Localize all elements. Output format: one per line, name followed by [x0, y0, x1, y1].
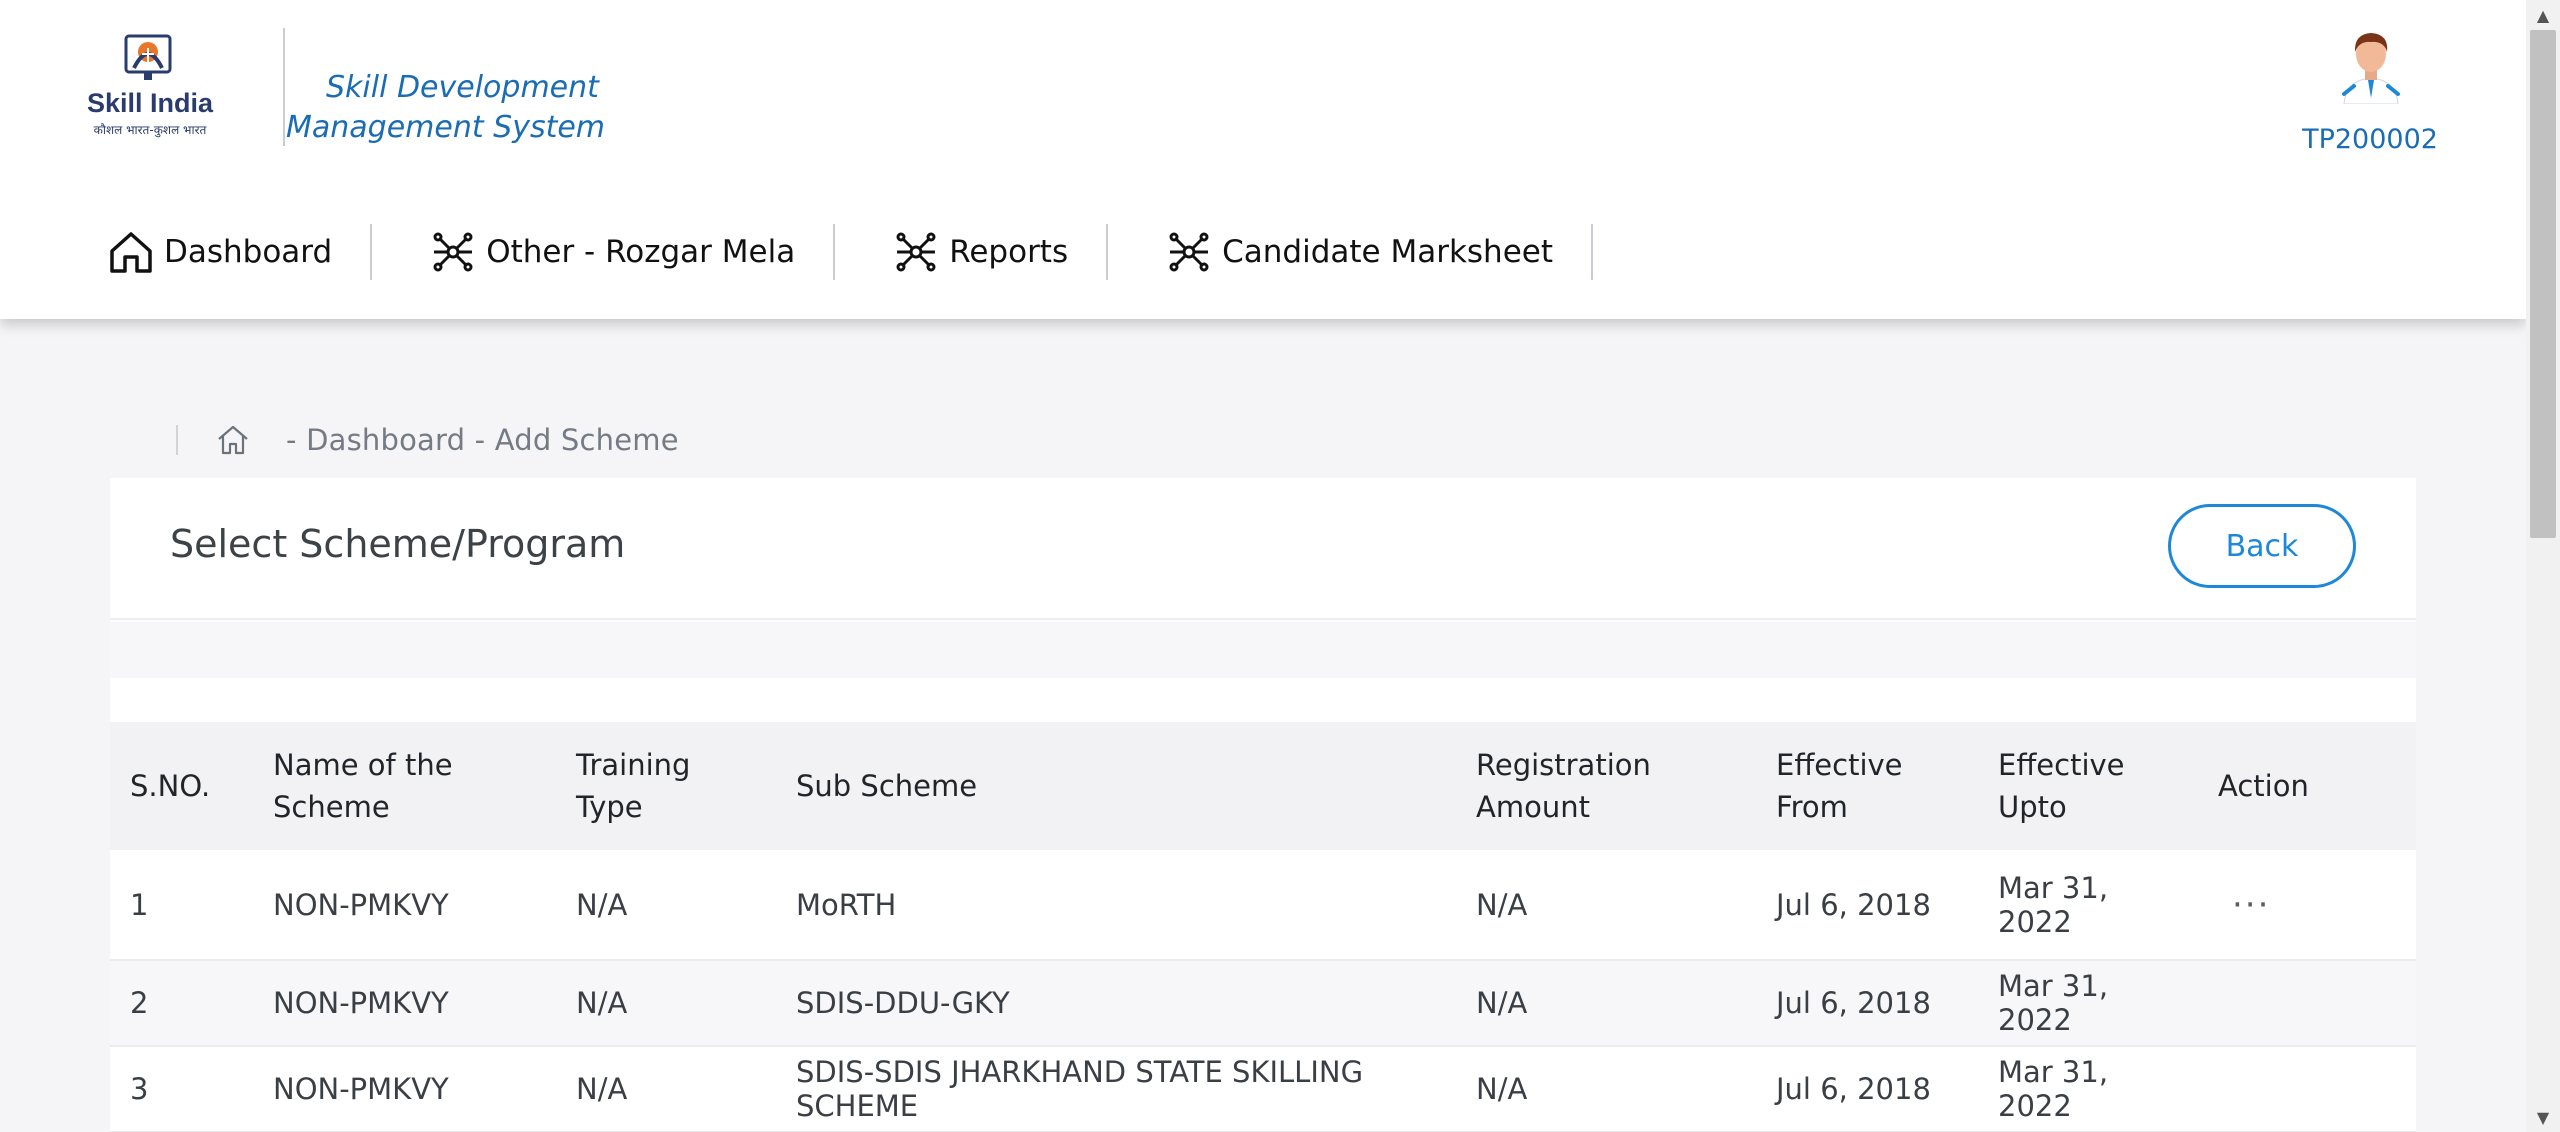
column-header-registration-amount: Registration Amount	[1476, 748, 1651, 824]
user-id-label[interactable]: TP200002	[2300, 124, 2440, 155]
vertical-scrollbar[interactable]: ▲ ▼	[2526, 0, 2560, 1132]
cell-sno: 3	[130, 1072, 149, 1106]
nav-item-reports[interactable]: Reports	[893, 222, 1106, 282]
cell-training-type: N/A	[576, 986, 628, 1020]
skill-india-logo[interactable]: Skill India कौशल भारत-कुशल भारत	[84, 34, 216, 146]
nav-label-reports: Reports	[949, 234, 1069, 270]
main-nav: Dashboard Other - Rozgar Mela Reports Ca…	[108, 222, 1651, 282]
back-button[interactable]: Back	[2168, 504, 2356, 588]
network-icon	[893, 229, 939, 275]
top-header: Skill India कौशल भारत-कुशल भारत Skill De…	[0, 0, 2526, 319]
network-icon	[1166, 229, 1212, 275]
nav-divider	[1106, 224, 1109, 280]
network-icon	[430, 229, 476, 275]
column-header-effective-upto: Effective Upto	[1998, 748, 2125, 824]
cell-effective-from: Jul 6, 2018	[1776, 887, 1931, 922]
breadcrumb: - Dashboard - Add Scheme	[176, 415, 679, 465]
cell-sno: 1	[130, 887, 149, 922]
nav-divider	[1591, 224, 1593, 280]
table-header-row: S.NO. Name of the Scheme Training Type S…	[110, 722, 2416, 850]
card-header: Select Scheme/Program Back	[110, 478, 2416, 620]
cell-scheme-name: NON-PMKVY	[273, 986, 449, 1020]
user-avatar[interactable]	[2340, 28, 2402, 105]
table-row[interactable]: 1 NON-PMKVY N/A MoRTH N/A Jul 6, 2018 Ma…	[110, 850, 2416, 960]
app-title: Skill Development Management System	[286, 70, 606, 145]
cell-scheme-name: NON-PMKVY	[273, 1072, 449, 1106]
scroll-down-arrow-icon[interactable]: ▼	[2526, 1102, 2560, 1132]
cell-effective-upto: Mar 31, 2022	[1998, 870, 2109, 939]
cell-training-type: N/A	[576, 887, 628, 922]
column-header-sub-scheme: Sub Scheme	[796, 769, 978, 803]
nav-item-candidate-marksheet[interactable]: Candidate Marksheet	[1166, 222, 1591, 282]
nav-divider	[833, 224, 836, 280]
cell-effective-upto: Mar 31, 2022	[1998, 969, 2109, 1037]
logo-text: Skill India	[87, 88, 214, 118]
cell-effective-from: Jul 6, 2018	[1776, 986, 1931, 1020]
cell-effective-from: Jul 6, 2018	[1776, 1072, 1931, 1106]
nav-item-rozgar-mela[interactable]: Other - Rozgar Mela	[430, 222, 833, 282]
more-actions-icon[interactable]: ···	[2218, 885, 2270, 925]
cell-action	[2198, 960, 2416, 1046]
logo-tagline: कौशल भारत-कुशल भारत	[94, 123, 208, 138]
cell-action: ···	[2198, 850, 2416, 960]
cell-training-type: N/A	[576, 1072, 628, 1106]
scheme-card: Select Scheme/Program Back S.NO. Name of…	[110, 478, 2416, 1132]
scheme-table: S.NO. Name of the Scheme Training Type S…	[110, 722, 2416, 1132]
column-header-sno: S.NO.	[130, 769, 211, 803]
table-row[interactable]: 2 NON-PMKVY N/A SDIS-DDU-GKY N/A Jul 6, …	[110, 960, 2416, 1046]
column-header-scheme-name: Name of the Scheme	[273, 748, 453, 824]
cell-action	[2198, 1046, 2416, 1132]
cell-effective-upto: Mar 31, 2022	[1998, 1055, 2109, 1123]
cell-registration-amount: N/A	[1476, 986, 1528, 1020]
nav-item-dashboard[interactable]: Dashboard	[108, 222, 370, 282]
nav-label-candidate-marksheet: Candidate Marksheet	[1222, 234, 1553, 270]
cell-sub-scheme: SDIS-SDIS JHARKHAND STATE SKILLING SCHEM…	[796, 1055, 1364, 1123]
nav-label-dashboard: Dashboard	[164, 234, 333, 270]
logo-divider	[283, 28, 285, 146]
nav-divider	[370, 224, 373, 280]
nav-label-rozgar-mela: Other - Rozgar Mela	[486, 234, 796, 270]
column-header-action: Action	[2218, 769, 2309, 803]
column-header-training-type: Training Type	[576, 748, 691, 824]
table-row[interactable]: 3 NON-PMKVY N/A SDIS-SDIS JHARKHAND STAT…	[110, 1046, 2416, 1132]
cell-sno: 2	[130, 986, 149, 1020]
cell-sub-scheme: SDIS-DDU-GKY	[796, 986, 1010, 1020]
card-title: Select Scheme/Program	[170, 522, 626, 566]
scrollbar-thumb[interactable]	[2530, 30, 2556, 538]
home-icon[interactable]	[216, 423, 250, 457]
breadcrumb-divider	[176, 425, 178, 455]
cell-registration-amount: N/A	[1476, 887, 1528, 922]
breadcrumb-path: - Dashboard - Add Scheme	[286, 423, 679, 457]
cell-sub-scheme: MoRTH	[796, 887, 897, 922]
home-icon	[108, 229, 154, 275]
cell-registration-amount: N/A	[1476, 1072, 1528, 1106]
scroll-up-arrow-icon[interactable]: ▲	[2526, 0, 2560, 30]
column-header-effective-from: Effective From	[1776, 748, 1903, 824]
card-spacer	[110, 622, 2416, 678]
cell-scheme-name: NON-PMKVY	[273, 887, 449, 922]
